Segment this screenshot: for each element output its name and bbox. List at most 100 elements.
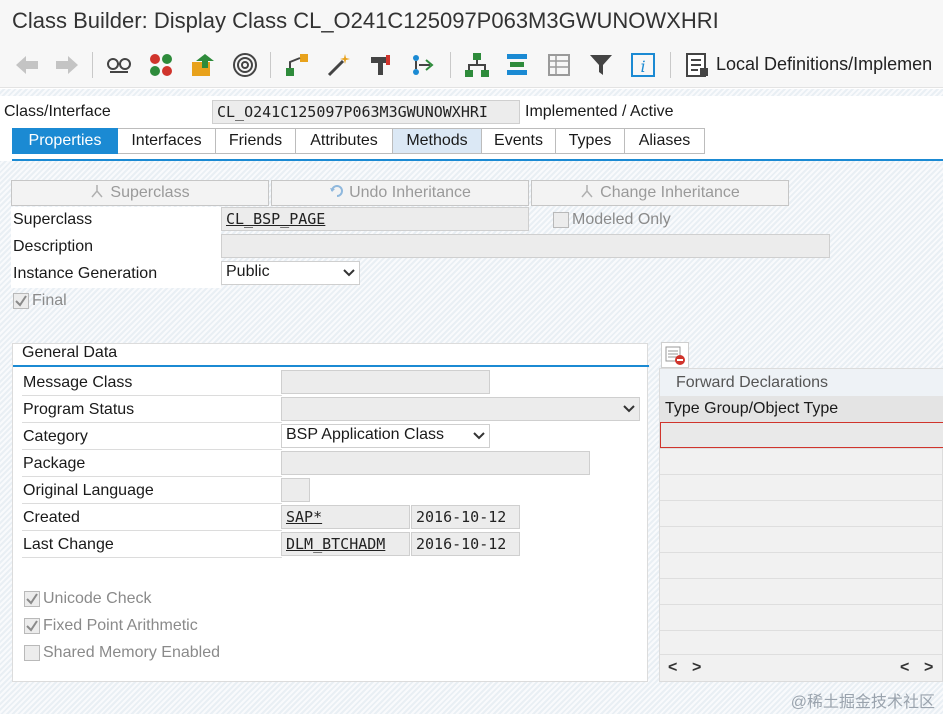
tool-icon[interactable] xyxy=(366,50,396,80)
shared-memory-checkbox[interactable] xyxy=(24,645,40,661)
unicode-check-checkbox[interactable] xyxy=(24,591,40,607)
object-list-icon[interactable] xyxy=(146,50,176,80)
row-divider xyxy=(22,422,282,423)
category-select[interactable]: BSP Application Class xyxy=(281,424,490,448)
modeled-only-label: Modeled Only xyxy=(572,211,671,228)
undo-inheritance-button[interactable]: Undo Inheritance xyxy=(271,180,529,206)
scroll-left-button[interactable]: < xyxy=(668,659,677,677)
created-by-field[interactable]: SAP* xyxy=(281,505,410,529)
message-class-label: Message Class xyxy=(23,374,133,391)
glasses-icon[interactable] xyxy=(104,50,134,80)
tab-friends[interactable]: Friends xyxy=(216,128,296,154)
shared-memory-label: Shared Memory Enabled xyxy=(43,644,220,661)
back-arrow-icon[interactable] xyxy=(12,50,42,80)
final-label: Final xyxy=(32,292,67,309)
scroll-right-button[interactable]: > xyxy=(692,659,701,677)
last-change-by-field[interactable]: DLM_BTCHADM xyxy=(281,532,410,556)
forward-arrow-icon[interactable] xyxy=(52,50,82,80)
description-field[interactable] xyxy=(221,234,830,258)
toolbar-separator xyxy=(450,52,451,78)
grid-row-divider xyxy=(660,578,943,579)
row-divider xyxy=(22,476,282,477)
program-status-label: Program Status xyxy=(23,401,135,418)
general-data-panel: General Data Message Class Program Statu… xyxy=(12,343,649,682)
change-inheritance-button[interactable]: Change Inheritance xyxy=(531,180,789,206)
program-status-select[interactable] xyxy=(281,397,640,421)
circle-target-icon[interactable] xyxy=(230,50,260,80)
chevron-down-icon xyxy=(343,269,355,277)
message-class-field[interactable] xyxy=(281,370,490,394)
created-label: Created xyxy=(23,509,80,526)
magic-wand-icon[interactable] xyxy=(324,50,354,80)
superclass-field[interactable]: CL_BSP_PAGE xyxy=(221,207,529,231)
tab-types[interactable]: Types xyxy=(556,128,625,154)
column-header-type-group[interactable]: Type Group/Object Type xyxy=(665,400,838,418)
checkmark-icon xyxy=(15,295,27,307)
grid-row-divider xyxy=(660,630,943,631)
created-by-value: SAP* xyxy=(286,508,323,526)
fixed-point-checkbox[interactable] xyxy=(24,618,40,634)
instance-generation-value: Public xyxy=(226,263,270,280)
tab-interfaces[interactable]: Interfaces xyxy=(118,128,216,154)
toolbar-separator xyxy=(92,52,93,78)
chevron-down-icon xyxy=(473,432,485,440)
superclass-value: CL_BSP_PAGE xyxy=(226,210,326,228)
last-change-date-field[interactable]: 2016-10-12 xyxy=(411,532,520,556)
general-data-underline xyxy=(13,365,649,367)
tab-attributes[interactable]: Attributes xyxy=(296,128,393,154)
category-value: BSP Application Class xyxy=(286,426,445,443)
grid-icon[interactable] xyxy=(544,50,574,80)
class-name-field[interactable]: CL_O241C125097P063M3GWUNOWXHRI xyxy=(212,100,520,124)
local-definitions-button[interactable]: Local Definitions/Implemen xyxy=(716,54,932,75)
original-language-field[interactable] xyxy=(281,478,310,502)
original-language-label: Original Language xyxy=(23,482,154,499)
final-checkbox[interactable] xyxy=(13,293,29,309)
created-date-field[interactable]: 2016-10-12 xyxy=(411,505,520,529)
info-icon[interactable]: i xyxy=(628,50,658,80)
description-label: Description xyxy=(13,238,94,255)
unicode-check-label: Unicode Check xyxy=(43,590,152,607)
filter-icon[interactable] xyxy=(586,50,616,80)
svg-text:i: i xyxy=(640,57,645,76)
tab-aliases[interactable]: Aliases xyxy=(625,128,705,154)
tab-properties[interactable]: Properties xyxy=(12,128,118,154)
forward-declarations-table: Forward Declarations Type Group/Object T… xyxy=(659,368,943,682)
checkmark-icon xyxy=(26,620,38,632)
tree-icon[interactable] xyxy=(462,50,492,80)
grid-row-divider xyxy=(660,474,943,475)
grid-row-divider xyxy=(660,552,943,553)
watermark: @稀土掘金技术社区 xyxy=(790,694,935,711)
modeled-only-checkbox[interactable] xyxy=(553,212,569,228)
category-label: Category xyxy=(23,428,88,445)
hierarchy-icon[interactable] xyxy=(282,50,312,80)
row-divider xyxy=(22,557,282,558)
row-divider xyxy=(22,530,282,531)
scroll-left-end-button[interactable]: < xyxy=(900,659,909,677)
stack-icon[interactable] xyxy=(502,50,532,80)
grid-row-divider xyxy=(660,448,943,449)
upload-icon[interactable] xyxy=(188,50,218,80)
toolbar-separator xyxy=(270,52,271,78)
superclass-label: Superclass xyxy=(13,211,93,228)
status-text: Implemented / Active xyxy=(525,103,674,120)
instance-generation-select[interactable]: Public xyxy=(221,261,360,285)
tab-events[interactable]: Events xyxy=(482,128,556,154)
instance-generation-label: Instance Generation xyxy=(13,265,158,282)
table-row-editable[interactable] xyxy=(660,422,943,448)
chevron-down-icon xyxy=(623,405,635,413)
package-label: Package xyxy=(23,455,86,472)
scroll-right-end-button[interactable]: > xyxy=(924,659,933,677)
window-title: Class Builder: Display Class CL_O241C125… xyxy=(0,0,943,42)
tab-methods[interactable]: Methods xyxy=(393,128,482,154)
delete-row-icon xyxy=(665,346,685,365)
grid-row-divider xyxy=(660,500,943,501)
branch-icon[interactable] xyxy=(408,50,438,80)
class-interface-label: Class/Interface xyxy=(4,103,111,120)
fixed-point-label: Fixed Point Arithmetic xyxy=(43,617,198,634)
superclass-button[interactable]: Superclass xyxy=(11,180,269,206)
forward-declarations-title: Forward Declarations xyxy=(676,374,829,391)
checkmark-icon xyxy=(26,593,38,605)
package-field[interactable] xyxy=(281,451,590,475)
delete-row-button[interactable] xyxy=(661,342,689,368)
document-icon[interactable] xyxy=(682,50,712,80)
